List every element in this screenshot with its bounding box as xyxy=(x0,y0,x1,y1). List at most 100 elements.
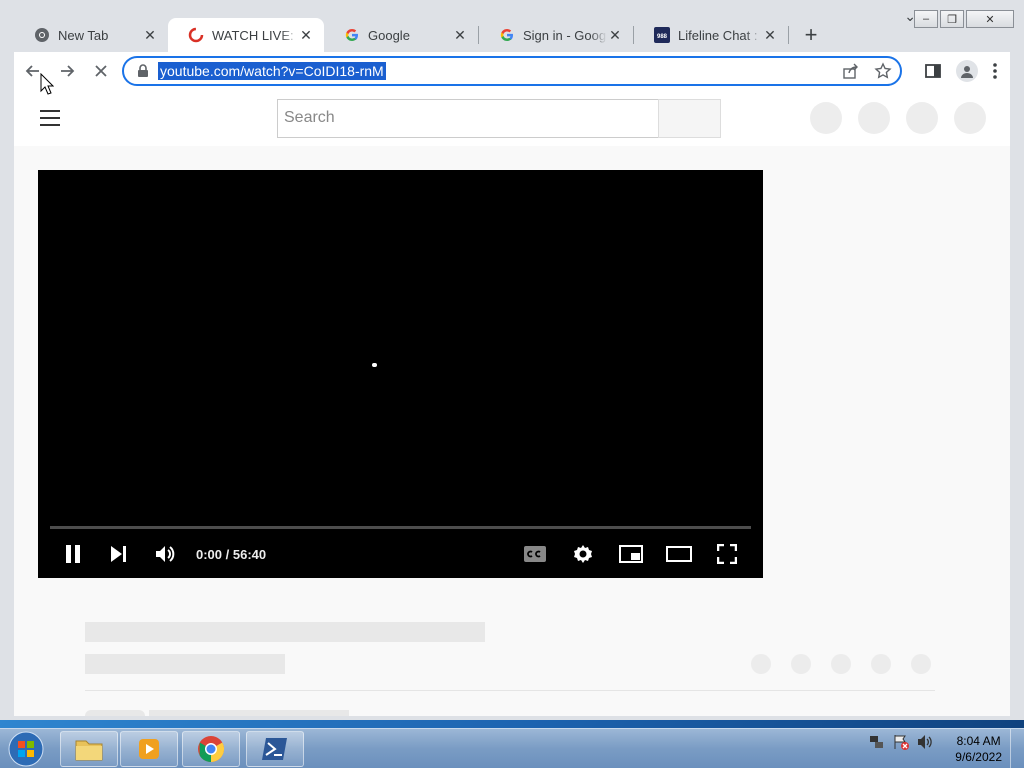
star-icon[interactable] xyxy=(874,62,892,80)
cc-icon xyxy=(524,546,546,562)
action-center-flag-icon[interactable] xyxy=(892,733,910,751)
header-placeholder-icon[interactable] xyxy=(810,102,842,134)
side-panel-icon[interactable] xyxy=(924,62,942,80)
action-placeholder xyxy=(911,654,931,674)
taskbar: 8:04 AM 9/6/2022 xyxy=(0,728,1024,768)
system-tray xyxy=(868,733,934,751)
tab-google[interactable]: Google ✕ xyxy=(324,18,478,52)
tab-sign-in[interactable]: Sign in - Google Accounts ✕ xyxy=(479,18,633,52)
windows-logo-icon xyxy=(8,731,44,767)
google-icon xyxy=(344,27,360,43)
gear-icon xyxy=(574,545,592,563)
captions-button[interactable] xyxy=(511,534,559,574)
address-bar-actions xyxy=(842,62,892,80)
pause-icon xyxy=(66,545,80,563)
divider xyxy=(85,690,935,691)
youtube-header: Search xyxy=(14,90,1010,146)
tab-watch-live[interactable]: WATCH LIVE: Biden ✕ xyxy=(168,18,324,52)
taskbar-powershell[interactable] xyxy=(246,731,304,767)
tab-close-button[interactable]: ✕ xyxy=(452,27,468,44)
video-progress-bar[interactable] xyxy=(50,526,751,529)
address-bar-url[interactable]: youtube.com/watch?v=CoIDI18-rnM xyxy=(158,62,386,80)
forward-button[interactable] xyxy=(52,56,82,86)
hamburger-menu-icon[interactable] xyxy=(40,110,60,131)
header-placeholder-icon[interactable] xyxy=(858,102,890,134)
tab-close-button[interactable]: ✕ xyxy=(762,27,778,44)
new-tab-button[interactable]: + xyxy=(797,21,825,49)
show-desktop-button[interactable] xyxy=(1010,729,1024,768)
comment-placeholder xyxy=(85,710,145,716)
kebab-menu-icon[interactable] xyxy=(992,62,998,80)
theater-mode-button[interactable] xyxy=(655,534,703,574)
address-bar[interactable]: youtube.com/watch?v=CoIDI18-rnM xyxy=(122,56,902,86)
arrow-left-icon xyxy=(25,65,39,77)
arrow-right-icon xyxy=(61,65,75,77)
title-placeholder xyxy=(85,622,485,642)
tab-title: Google xyxy=(368,27,410,43)
volume-icon[interactable] xyxy=(916,733,934,751)
google-icon xyxy=(499,27,515,43)
loading-spinner xyxy=(372,363,377,367)
tab-title: Lifeline Chat : Lifeline xyxy=(678,27,762,43)
tab-lifeline-chat[interactable]: 988 Lifeline Chat : Lifeline ✕ xyxy=(634,18,788,52)
chrome-icon xyxy=(198,736,225,763)
system-clock[interactable]: 8:04 AM 9/6/2022 xyxy=(955,733,1002,765)
taskbar-media-player[interactable] xyxy=(120,731,178,767)
media-player-icon xyxy=(139,739,159,759)
powershell-icon xyxy=(262,738,287,760)
volume-button[interactable] xyxy=(142,534,188,574)
miniplayer-button[interactable] xyxy=(607,534,655,574)
988-icon-text: 988 xyxy=(657,34,668,40)
browser-window: ‒ ❐ ✕ New Tab ✕ WATCH LIVE: Biden ✕ Goog… xyxy=(0,0,1024,720)
tab-title: WATCH LIVE: Biden xyxy=(212,27,298,43)
miniplayer-icon xyxy=(619,545,643,563)
folder-icon xyxy=(75,740,103,761)
volume-icon xyxy=(156,546,175,562)
header-placeholder-icon[interactable] xyxy=(906,102,938,134)
person-icon xyxy=(961,66,973,78)
profile-avatar[interactable] xyxy=(956,60,978,82)
share-icon[interactable] xyxy=(842,62,860,80)
video-player[interactable]: 0:00 / 56:40 xyxy=(38,170,763,578)
tab-close-button[interactable]: ✕ xyxy=(607,27,623,44)
tab-title: Sign in - Google Accounts xyxy=(523,27,607,43)
action-placeholder xyxy=(791,654,811,674)
settings-button[interactable] xyxy=(559,534,607,574)
theater-icon xyxy=(666,546,692,562)
action-placeholder xyxy=(751,654,771,674)
tab-close-button[interactable]: ✕ xyxy=(142,27,158,44)
video-time: 0:00 / 56:40 xyxy=(196,546,267,562)
browser-toolbar: youtube.com/watch?v=CoIDI18-rnM xyxy=(14,52,1010,90)
youtube-page: Search 0:00 / 56:40 xyxy=(14,90,1010,716)
next-video-button[interactable] xyxy=(96,534,142,574)
close-window-button[interactable]: ✕ xyxy=(966,10,1014,28)
maximize-button[interactable]: ❐ xyxy=(940,10,964,28)
minimize-button[interactable]: ‒ xyxy=(914,10,938,28)
youtube-search-button[interactable] xyxy=(658,99,721,138)
fullscreen-button[interactable] xyxy=(703,534,751,574)
taskbar-file-explorer[interactable] xyxy=(60,731,118,767)
player-controls-right xyxy=(511,534,751,574)
header-placeholder-icon[interactable] xyxy=(954,102,986,134)
clock-date: 9/6/2022 xyxy=(955,750,1002,764)
clock-time: 8:04 AM xyxy=(956,734,1001,748)
stop-loading-button[interactable] xyxy=(86,56,116,86)
taskbar-chrome[interactable] xyxy=(182,731,240,767)
tab-separator xyxy=(788,26,789,44)
tab-new-tab[interactable]: New Tab ✕ xyxy=(14,18,168,52)
network-icon[interactable] xyxy=(868,733,886,751)
player-controls: 0:00 / 56:40 xyxy=(38,534,763,574)
window-controls: ‒ ❐ ✕ xyxy=(914,10,1014,28)
channel-placeholder xyxy=(85,654,285,674)
chrome-icon xyxy=(34,27,50,43)
lock-icon xyxy=(138,64,148,77)
youtube-search-input[interactable]: Search xyxy=(277,99,659,138)
close-icon xyxy=(95,65,107,77)
fullscreen-icon xyxy=(717,544,737,564)
mouse-cursor-icon xyxy=(40,73,54,95)
youtube-icon xyxy=(188,27,204,43)
pause-button[interactable] xyxy=(50,534,96,574)
tab-close-button[interactable]: ✕ xyxy=(298,27,314,44)
start-button[interactable] xyxy=(4,731,48,767)
988-icon: 988 xyxy=(654,27,670,43)
